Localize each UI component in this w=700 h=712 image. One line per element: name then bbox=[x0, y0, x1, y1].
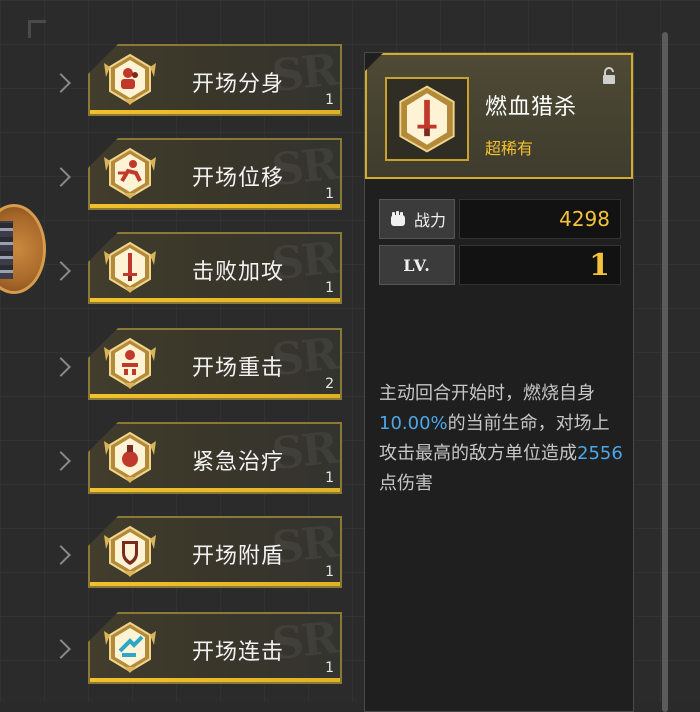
skill-level: 1 bbox=[325, 470, 334, 486]
skill-card[interactable]: SR 开场分身 1 bbox=[88, 44, 342, 116]
fist-icon bbox=[390, 211, 405, 226]
power-row: 战力 4298 bbox=[379, 199, 621, 239]
skill-level: 1 bbox=[325, 92, 334, 108]
power-label: 战力 bbox=[413, 211, 446, 230]
skill-name: 开场位移 bbox=[192, 166, 285, 191]
desc-text: 主动回合开始时，燃烧自身 bbox=[379, 383, 595, 404]
skill-level: 1 bbox=[325, 186, 334, 202]
skill-level: 2 bbox=[325, 376, 334, 392]
skill-name: 开场分身 bbox=[192, 72, 285, 97]
skill-card[interactable]: SR 开场位移 1 bbox=[88, 138, 342, 210]
detail-header: 燃血猎杀 超稀有 bbox=[365, 53, 633, 179]
level-row: LV. 1 bbox=[379, 245, 621, 285]
clone-figure-icon bbox=[104, 53, 156, 105]
level-label: LV. bbox=[379, 245, 455, 285]
skill-level: 1 bbox=[325, 660, 334, 676]
skill-card[interactable]: SR 开场连击 1 bbox=[88, 612, 342, 684]
skill-card[interactable]: SR 开场附盾 1 bbox=[88, 516, 342, 588]
skill-card[interactable]: SR 开场重击 2 bbox=[88, 328, 342, 400]
combo-strike-icon bbox=[104, 621, 156, 673]
skill-description: 主动回合开始时，燃烧自身10.00%的当前生命，对场上攻击最高的敌方单位造成25… bbox=[379, 379, 623, 499]
heal-potion-icon bbox=[104, 431, 156, 483]
power-value: 4298 bbox=[459, 199, 621, 239]
power-label-box: 战力 bbox=[379, 199, 455, 239]
desc-percent: 10.00% bbox=[379, 413, 448, 434]
running-figure-icon bbox=[104, 147, 156, 199]
skill-name: 开场重击 bbox=[192, 356, 285, 381]
shield-icon bbox=[104, 525, 156, 577]
scrollbar[interactable] bbox=[662, 32, 668, 712]
skill-name: 击败加攻 bbox=[192, 260, 285, 285]
level-value: 1 bbox=[459, 245, 621, 285]
skill-title: 燃血猎杀 bbox=[485, 95, 578, 120]
desc-text: 点伤害 bbox=[379, 473, 433, 494]
blood-sword-icon bbox=[385, 77, 469, 161]
skill-name: 开场附盾 bbox=[192, 544, 285, 569]
desc-damage: 2556 bbox=[577, 443, 623, 464]
skill-detail-panel: 燃血猎杀 超稀有 战力 4298 LV. 1 主动回合开始时，燃烧自身 10.00… bbox=[364, 52, 634, 712]
unlock-icon[interactable] bbox=[601, 67, 617, 85]
skill-card[interactable]: SR 紧急治疗 1 bbox=[88, 422, 342, 494]
skill-level: 1 bbox=[325, 280, 334, 296]
sword-icon bbox=[104, 241, 156, 293]
rarity-label: 超稀有 bbox=[485, 139, 534, 158]
skill-card[interactable]: SR 击败加攻 1 bbox=[88, 232, 342, 304]
skill-name: 紧急治疗 bbox=[192, 450, 285, 475]
heavy-strike-icon bbox=[104, 337, 156, 389]
skill-level: 1 bbox=[325, 564, 334, 580]
skill-name: 开场连击 bbox=[192, 640, 285, 665]
frame-corner bbox=[28, 20, 46, 38]
